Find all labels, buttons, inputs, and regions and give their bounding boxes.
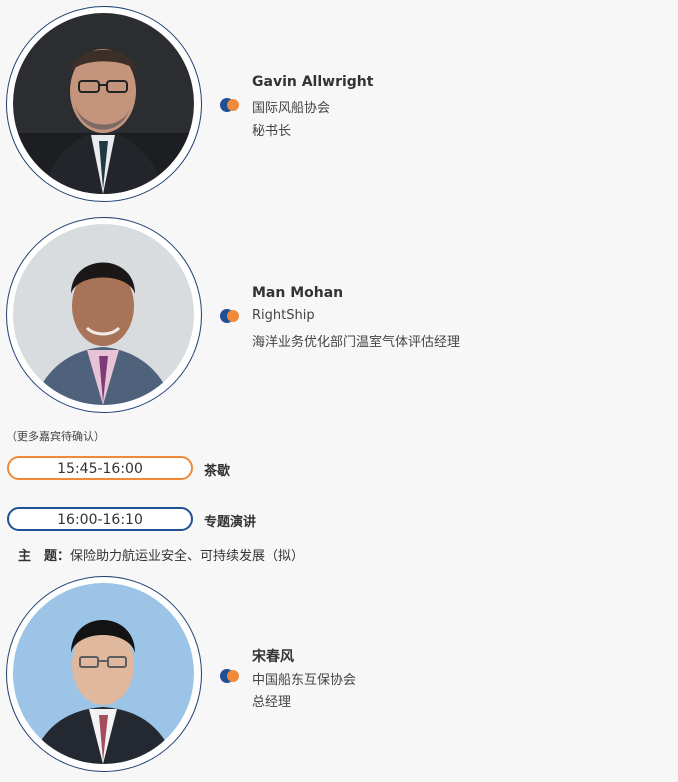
speaker-bullet-icon [220, 98, 239, 112]
session-time-pill: 16:00-16:10 [7, 507, 193, 531]
speaker-name: 宋春风 [252, 649, 294, 665]
avatar-ring [6, 576, 202, 772]
session-time-pill: 15:45-16:00 [7, 456, 193, 480]
avatar-ring [6, 217, 202, 413]
speaker-name: Gavin Allwright [252, 74, 374, 90]
speaker-organization: RightShip [252, 308, 315, 323]
avatar-ring [6, 6, 202, 202]
topic-value: 保险助力航运业安全、可持续发展（拟） [70, 549, 305, 564]
speaker-name: Man Mohan [252, 285, 344, 301]
topic-key: 主 题： [18, 549, 71, 564]
speaker-card: 宋春风 中国船东互保协会 总经理 [0, 574, 678, 782]
session-label: 专题演讲 [204, 515, 257, 530]
speaker-card: Man Mohan RightShip 海洋业务优化部门温室气体评估经理 [0, 211, 678, 421]
speaker-photo [13, 583, 194, 764]
speaker-organization: 国际风船协会 [252, 101, 331, 116]
speaker-title: 海洋业务优化部门温室气体评估经理 [252, 335, 461, 350]
speaker-bullet-icon [220, 309, 239, 323]
pending-guests-note: （更多嘉宾待确认） [6, 430, 105, 443]
speaker-photo [13, 13, 194, 194]
speaker-title: 总经理 [252, 695, 292, 710]
speaker-organization: 中国船东互保协会 [252, 673, 357, 688]
session-topic: 主 题：保险助力航运业安全、可持续发展（拟） [18, 545, 304, 564]
speaker-title: 秘书长 [252, 124, 292, 139]
session-label: 茶歇 [204, 464, 231, 479]
speaker-bullet-icon [220, 669, 239, 683]
speaker-photo [13, 224, 194, 405]
speaker-card: Gavin Allwright 国际风船协会 秘书长 [0, 0, 678, 210]
